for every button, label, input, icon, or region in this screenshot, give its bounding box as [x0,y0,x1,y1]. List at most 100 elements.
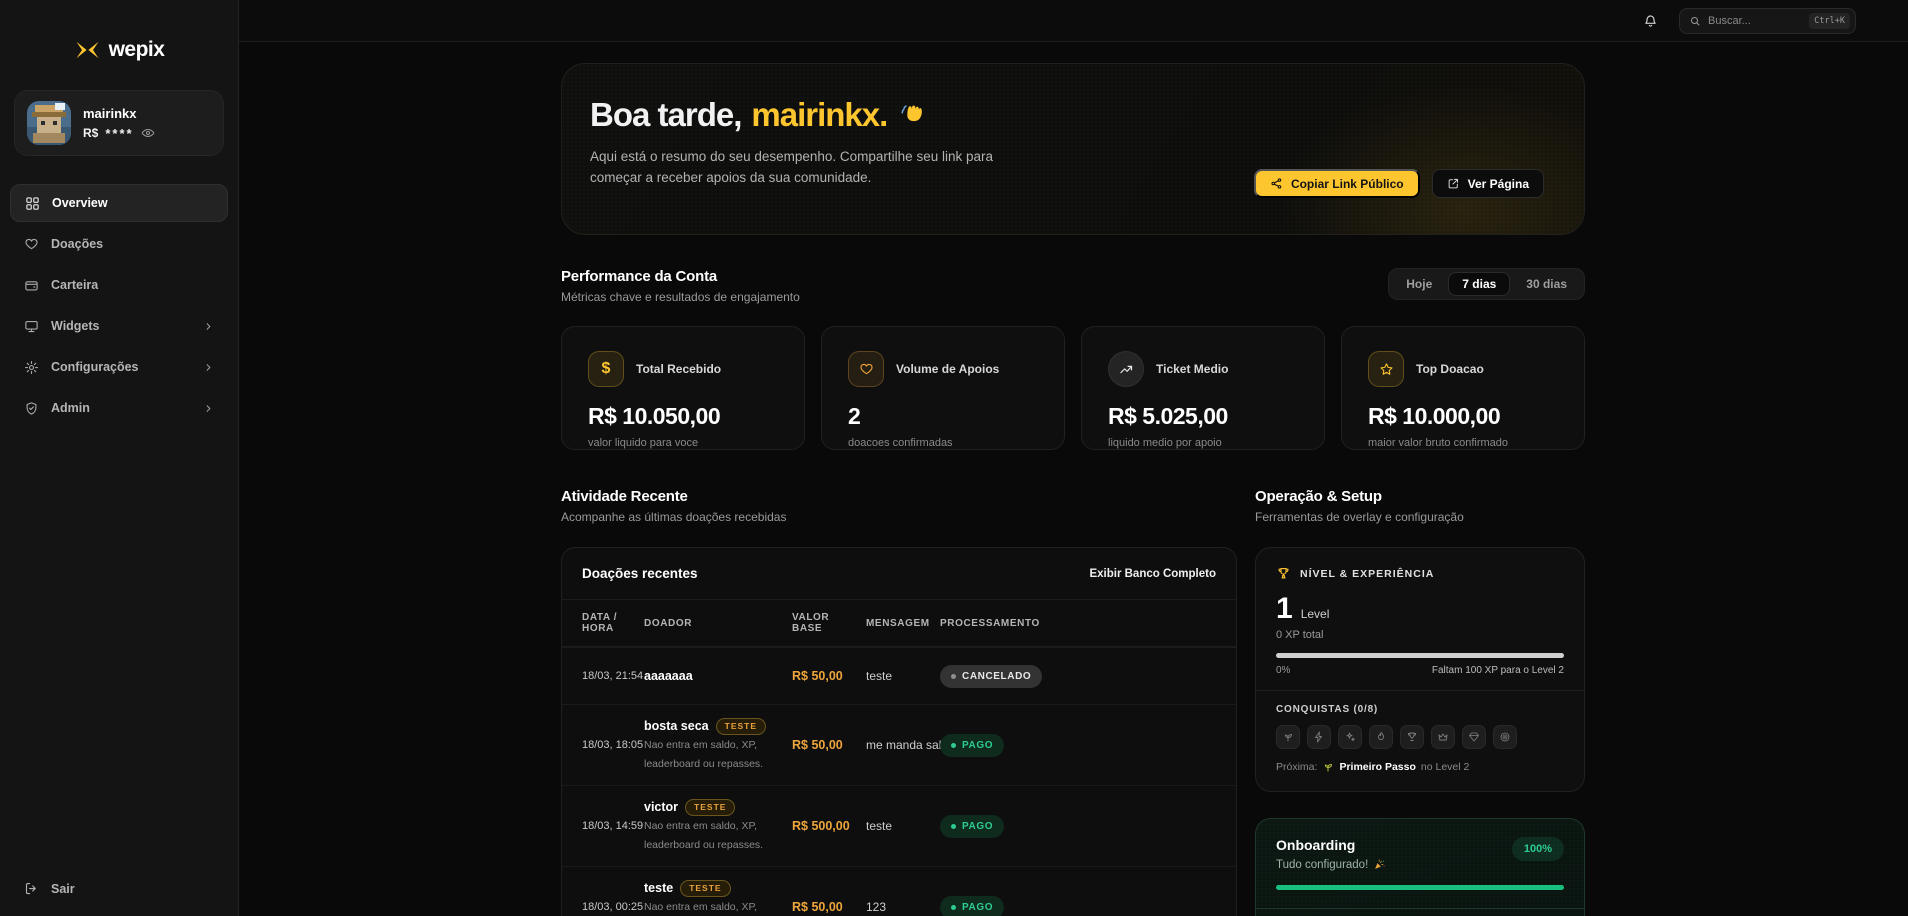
seedling-icon[interactable] [1276,725,1300,749]
stat-value: R$ 10.050,00 [588,403,778,430]
teste-badge: TESTE [685,799,735,816]
sidebar-item-label: Carteira [51,278,98,292]
row-message: teste [866,669,940,683]
balance-currency: R$ [83,126,98,140]
status-badge: PAGO [940,896,1004,916]
column-header-datetime: Data / Hora [582,612,644,634]
next-name: Primeiro Passo [1339,761,1415,773]
view-page-label: Ver Página [1468,177,1529,191]
stat-card-ticket-medio: Ticket Medio R$ 5.025,00 liquido medio p… [1081,326,1325,450]
sidebar-nav: Overview Doações Carteira [0,184,238,427]
achievements-row [1276,725,1564,749]
logout-icon [24,881,39,896]
sidebar-item-label: Configurações [51,360,139,374]
table-row[interactable]: 18/03, 21:54 aaaaaaa R$ 50,00 teste CANC… [562,647,1236,704]
wallet-icon [24,278,39,293]
trending-up-icon [1108,351,1144,387]
eye-icon[interactable] [141,126,155,140]
stat-caption: doacoes confirmadas [848,437,1038,449]
level-xp-card: NÍVEL & EXPERIÊNCIA 1 Level 0 XP total 0… [1255,547,1585,792]
range-30dias-button[interactable]: 30 dias [1512,272,1581,296]
table-row[interactable]: 18/03, 18:05 bosta seca TESTE Nao entra … [562,704,1236,785]
user-name: mairinkx [83,106,155,121]
level-card-header: NÍVEL & EXPERIÊNCIA [1300,568,1434,580]
shield-check-icon [24,401,39,416]
row-donor-name: victor [644,800,678,814]
sidebar-item-configuracoes[interactable]: Configurações [10,348,228,386]
copy-public-link-button[interactable]: Copiar Link Público [1254,169,1420,198]
stat-label: Volume de Apoios [896,362,999,376]
onboarding-percent-badge: 100% [1512,837,1564,861]
onboarding-subtitle: Tudo configurado! [1276,859,1368,871]
waving-hand-icon [897,100,927,130]
hero-greeting: Boa tarde, mairinkx. [590,96,1544,134]
search-icon [1689,15,1701,27]
teste-badge: TESTE [680,880,730,897]
next-suffix: no Level 2 [1421,761,1469,773]
search-shortcut-badge: Ctrl+K [1809,13,1850,29]
balance-masked: **** [105,126,133,141]
range-hoje-button[interactable]: Hoje [1392,272,1446,296]
onboarding-progress-bar [1276,885,1564,890]
copy-public-link-label: Copiar Link Público [1291,177,1404,191]
logout-button[interactable]: Sair [24,881,214,896]
sidebar-item-carteira[interactable]: Carteira [10,266,228,304]
activity-title: Atividade Recente [561,488,1237,505]
row-datetime: 18/03, 21:54 [582,670,644,682]
sparkles-icon[interactable] [1338,725,1362,749]
teste-badge: TESTE [716,718,766,735]
gear-icon [24,360,39,375]
status-badge: PAGO [940,815,1004,838]
sidebar-item-admin[interactable]: Admin [10,389,228,427]
user-card[interactable]: mairinkx R$ **** [14,90,224,156]
target-icon[interactable] [1493,725,1517,749]
show-full-bank-link[interactable]: Exibir Banco Completo [1089,568,1216,580]
performance-title: Performance da Conta [561,268,800,285]
bell-icon[interactable] [1642,12,1659,29]
external-link-icon [1447,177,1460,190]
row-message: me manda salve [866,738,940,752]
trophy-icon [1276,566,1291,581]
avatar [27,101,71,145]
star-icon [1368,351,1404,387]
performance-subtitle: Métricas chave e resultados de engajamen… [561,290,800,304]
date-range-toggle: Hoje 7 dias 30 dias [1388,268,1585,300]
level-label: Level [1301,607,1330,621]
row-value: R$ 500,00 [792,819,866,833]
crown-icon[interactable] [1431,725,1455,749]
xp-hint: Faltam 100 XP para o Level 2 [1432,665,1564,676]
search-input[interactable] [1708,15,1802,27]
level-value: 1 [1276,594,1293,624]
sidebar-item-overview[interactable]: Overview [10,184,228,222]
sidebar-item-doacoes[interactable]: Doações [10,225,228,263]
range-7dias-button[interactable]: 7 dias [1448,272,1510,296]
xp-total: 0 XP total [1276,629,1564,641]
next-prefix: Próxima: [1276,761,1317,773]
sidebar-item-widgets[interactable]: Widgets [10,307,228,345]
chevron-right-icon [203,321,214,332]
next-achievement: Próxima: Primeiro Passo no Level 2 [1276,761,1564,773]
onboarding-card: Onboarding Tudo configurado! 100% [1255,818,1585,916]
chevron-right-icon [203,362,214,373]
row-donor-note: Nao entra em saldo, XP, leaderboard ou r… [644,901,763,916]
flame-icon[interactable] [1369,725,1393,749]
wepix-logo: wepix [0,38,238,62]
seedling-mini-icon [1322,761,1334,773]
column-header-message: Mensagem [866,618,940,629]
row-donor-note: Nao entra em saldo, XP, leaderboard ou r… [644,820,763,851]
greeting-prefix: Boa tarde, [590,96,741,134]
row-value: R$ 50,00 [792,738,866,752]
trophy-gray-icon[interactable] [1400,725,1424,749]
status-badge: PAGO [940,734,1004,757]
xp-progress-bar [1276,653,1564,658]
table-row[interactable]: 18/03, 14:59 victor TESTE Nao entra em s… [562,785,1236,866]
gem-icon[interactable] [1462,725,1486,749]
row-value: R$ 50,00 [792,669,866,683]
row-datetime: 18/03, 00:25 [582,901,644,913]
sidebar-item-label: Admin [51,401,90,415]
bolt-icon[interactable] [1307,725,1331,749]
table-row[interactable]: 18/03, 00:25 teste TESTE Nao entra em sa… [562,866,1236,916]
view-page-button[interactable]: Ver Página [1432,169,1544,198]
sidebar: wepix mairinkx R$ **** [0,0,239,916]
search-box[interactable]: Ctrl+K [1679,8,1856,34]
